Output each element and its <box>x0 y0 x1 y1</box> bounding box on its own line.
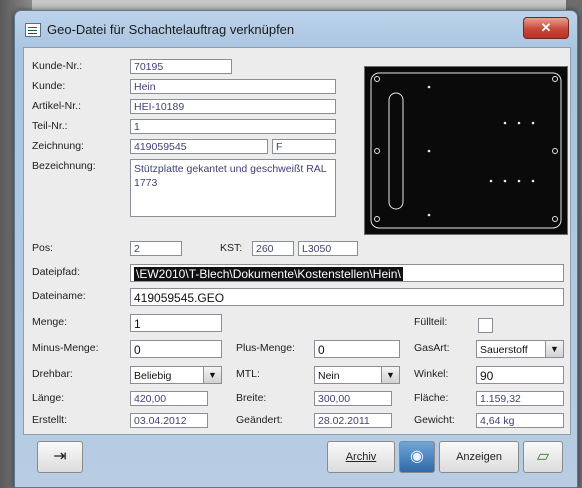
geaendert-field[interactable]: 28.02.2011 <box>314 413 392 428</box>
fuellteil-checkbox[interactable] <box>478 318 493 333</box>
mtl-dropdown-icon[interactable]: ▼ <box>381 367 399 383</box>
window-title: Geo-Datei für Schachtelauftrag verknüpfe… <box>47 22 295 37</box>
label-bezeichnung: Bezeichnung: <box>32 160 96 172</box>
form-body: Kunde-Nr.: 70195 Kunde: Hein Artikel-Nr.… <box>23 47 571 435</box>
kunde-field[interactable]: Hein <box>130 79 336 94</box>
drehbar-value: Beliebig <box>134 370 172 382</box>
plus-menge-field[interactable]: 0 <box>314 340 400 358</box>
mtl-select[interactable]: Nein ▼ <box>314 366 400 384</box>
exit-icon: ⇥ <box>53 448 67 465</box>
anzeigen-button[interactable]: Anzeigen <box>439 441 519 473</box>
kst-field[interactable]: 260 <box>252 241 294 256</box>
zeichnung-index-field[interactable]: F <box>272 139 336 154</box>
breite-field[interactable]: 300,00 <box>314 391 392 406</box>
label-drehbar: Drehbar: <box>32 368 73 380</box>
open-folder-icon: ▱ <box>536 448 550 465</box>
label-flaeche: Fläche: <box>414 392 449 404</box>
label-erstellt: Erstellt: <box>32 414 68 426</box>
label-breite: Breite: <box>236 392 267 404</box>
bezeichnung-field[interactable]: Stützplatte gekantet und geschweißt RAL … <box>130 159 336 217</box>
dateipfad-field[interactable]: \EW2010\T-Blech\Dokumente\Kostenstellen\… <box>130 264 564 282</box>
teil-nr-field[interactable]: 1 <box>130 119 336 134</box>
globe-button[interactable]: ◉ <box>399 441 435 473</box>
kst-name-field[interactable]: L3050 <box>298 241 358 256</box>
label-kunde: Kunde: <box>32 80 66 92</box>
gasart-select[interactable]: Sauerstoff ▼ <box>476 340 564 358</box>
minus-menge-field[interactable]: 0 <box>130 340 222 358</box>
dateipfad-selected-text: \EW2010\T-Blech\Dokumente\Kostenstellen\… <box>134 267 403 281</box>
close-button[interactable]: ✕ <box>523 17 569 39</box>
label-dateiname: Dateiname: <box>32 290 86 302</box>
dialog-window: Geo-Datei für Schachtelauftrag verknüpfe… <box>14 10 578 488</box>
winkel-field[interactable]: 90 <box>476 366 564 384</box>
label-minus-menge: Minus-Menge: <box>32 342 99 354</box>
label-geaendert: Geändert: <box>236 414 283 426</box>
label-plus-menge: Plus-Menge: <box>236 342 295 354</box>
gasart-dropdown-icon[interactable]: ▼ <box>545 341 563 357</box>
gewicht-field[interactable]: 4,64 kg <box>476 413 564 428</box>
laenge-field[interactable]: 420,00 <box>130 391 208 406</box>
label-laenge: Länge: <box>32 392 65 404</box>
open-folder-button[interactable]: ▱ <box>523 441 563 473</box>
mtl-value: Nein <box>318 370 340 382</box>
label-dateipfad: Dateipfad: <box>32 266 80 278</box>
erstellt-field[interactable]: 03.04.2012 <box>130 413 208 428</box>
label-gewicht: Gewicht: <box>414 414 455 426</box>
drehbar-dropdown-icon[interactable]: ▼ <box>203 367 221 383</box>
flaeche-field[interactable]: 1.159,32 <box>476 391 564 406</box>
label-teil-nr: Teil-Nr.: <box>32 120 68 132</box>
geometry-preview <box>364 66 568 235</box>
dateiname-field[interactable]: 419059545.GEO <box>130 288 564 306</box>
label-zeichnung: Zeichnung: <box>32 140 84 152</box>
zeichnung-field[interactable]: 419059545 <box>130 139 268 154</box>
drehbar-select[interactable]: Beliebig ▼ <box>130 366 222 384</box>
menge-field[interactable]: 1 <box>130 314 222 332</box>
label-menge: Menge: <box>32 316 68 328</box>
form-icon <box>25 23 41 37</box>
exit-button[interactable]: ⇥ <box>37 441 83 473</box>
artikel-nr-field[interactable]: HEI-10189 <box>130 99 336 114</box>
label-mtl: MTL: <box>236 368 260 380</box>
label-fuellteil: Füllteil: <box>414 316 448 328</box>
label-kunde-nr: Kunde-Nr.: <box>32 60 83 72</box>
label-winkel: Winkel: <box>414 368 449 380</box>
label-pos: Pos: <box>32 242 54 254</box>
globe-icon: ◉ <box>410 448 424 465</box>
pos-field[interactable]: 2 <box>130 241 182 256</box>
label-artikel-nr: Artikel-Nr.: <box>32 100 82 112</box>
label-kst: KST: <box>220 242 243 254</box>
title-bar[interactable]: Geo-Datei für Schachtelauftrag verknüpfe… <box>15 11 577 47</box>
archiv-button[interactable]: Archiv <box>327 441 395 473</box>
part-drawing <box>370 72 562 229</box>
kunde-nr-field[interactable]: 70195 <box>130 59 232 74</box>
gasart-value: Sauerstoff <box>480 344 528 356</box>
button-bar: ⇥ Archiv ◉ Anzeigen ▱ <box>23 435 569 479</box>
label-gasart: GasArt: <box>414 342 450 354</box>
